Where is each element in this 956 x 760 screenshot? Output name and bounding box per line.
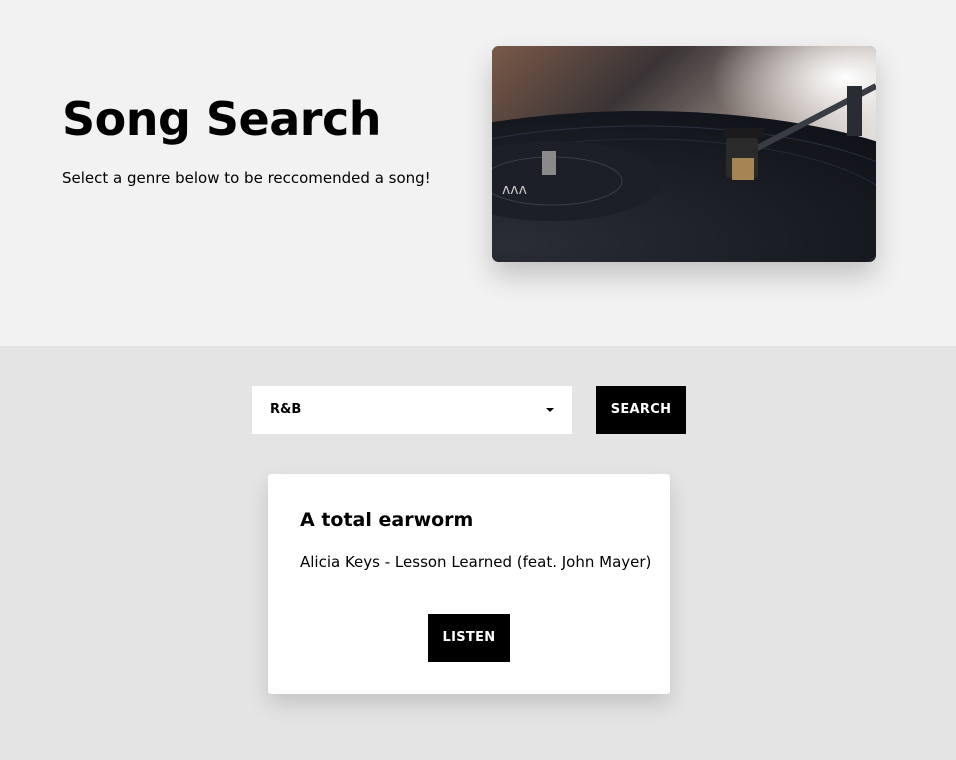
genre-select-value: R&B	[270, 402, 302, 417]
search-button[interactable]: SEARCH	[596, 386, 686, 434]
listen-button[interactable]: LISTEN	[428, 614, 510, 662]
hero-section: Song Search Select a genre below to be r…	[0, 0, 956, 346]
result-card: A total earworm Alicia Keys - Lesson Lea…	[268, 474, 670, 694]
svg-text:ᴧᴧᴧ: ᴧᴧᴧ	[502, 182, 527, 198]
page-subtitle: Select a genre below to be reccomended a…	[62, 169, 431, 187]
result-heading: A total earworm	[300, 509, 474, 531]
page-title: Song Search	[62, 92, 382, 146]
search-section: R&B SEARCH A total earworm Alicia Keys -…	[0, 346, 956, 760]
result-song: Alicia Keys - Lesson Learned (feat. John…	[300, 553, 652, 571]
genre-select[interactable]: R&B	[252, 386, 572, 434]
caret-down-icon	[546, 408, 554, 412]
turntable-image: ᴧᴧᴧ	[492, 46, 876, 262]
